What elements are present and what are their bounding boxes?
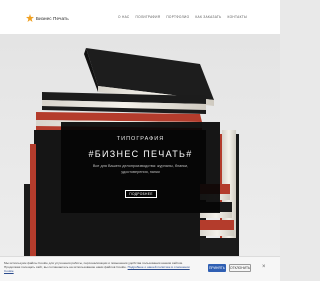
cookie-accept-button[interactable]: ПРИНЯТЬ [208, 264, 226, 272]
nav-item-printing[interactable]: ПОЛИГРАФИЯ [136, 15, 161, 19]
hero-title: #БИЗНЕС ПЕЧАТЬ# [88, 149, 193, 159]
hero-section: ТИПОГРАФИЯ #БИЗНЕС ПЕЧАТЬ# Все для Вашег… [0, 34, 280, 256]
logo[interactable]: Бизнес Печать [26, 12, 69, 24]
logo-star-icon [26, 14, 34, 22]
nav-item-portfolio[interactable]: ПОРТФОЛИО [166, 15, 189, 19]
nav-item-how-to-order[interactable]: КАК ЗАКАЗАТЬ [195, 15, 221, 19]
cookie-banner: Мы используем файлы Cookie для улучшения… [0, 256, 280, 281]
close-icon[interactable]: × [262, 264, 266, 270]
main-nav: О НАС ПОЛИГРАФИЯ ПОРТФОЛИО КАК ЗАКАЗАТЬ … [118, 15, 247, 19]
cookie-text-block: Мы используем файлы Cookie для улучшения… [4, 261, 200, 274]
nav-item-about[interactable]: О НАС [118, 15, 130, 19]
nav-item-contacts[interactable]: КОНТАКТЫ [228, 15, 248, 19]
more-button[interactable]: ПОДРОБНЕЕ [125, 190, 157, 198]
hero-kicker: ТИПОГРАФИЯ [116, 136, 165, 142]
hero-subtitle: Все для Вашего делопроизводства: журналы… [92, 164, 189, 174]
site-header: Бизнес Печать О НАС ПОЛИГРАФИЯ ПОРТФОЛИО… [0, 0, 280, 35]
hero-overlay-box: ТИПОГРАФИЯ #БИЗНЕС ПЕЧАТЬ# Все для Вашег… [61, 122, 220, 213]
cookie-decline-button[interactable]: ОТКЛОНИТЬ [229, 264, 251, 272]
logo-text: Бизнес Печать [36, 15, 69, 21]
